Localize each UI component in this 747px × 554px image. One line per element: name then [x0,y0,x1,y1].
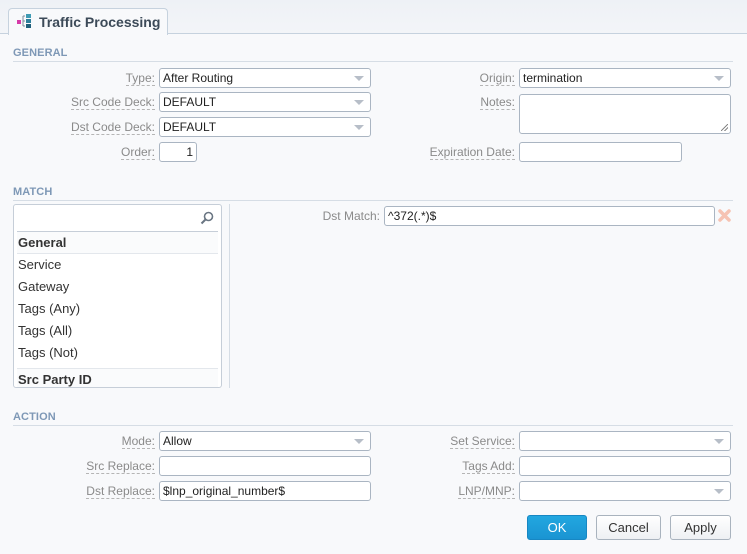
match-fields-list: General Service Gateway Tags (Any) Tags … [13,204,222,388]
tab-traffic-processing[interactable]: Traffic Processing [8,8,168,35]
src-replace-input[interactable] [159,456,371,476]
dst-code-deck-select[interactable]: DEFAULT [159,117,371,137]
search-icon[interactable] [200,211,214,228]
chevron-down-icon [714,439,724,444]
list-item-service[interactable]: Service [14,254,221,276]
list-item-tags-not[interactable]: Tags (Not) [14,342,221,364]
type-select[interactable]: After Routing [159,68,371,88]
list-group-src-party-id: Src Party ID [17,368,218,387]
src-code-deck-select[interactable]: DEFAULT [159,92,371,112]
notes-textarea[interactable] [519,94,731,134]
list-item-tags-any[interactable]: Tags (Any) [14,298,221,320]
dst-match-label: Dst Match: [322,209,380,223]
tags-add-input[interactable] [519,456,731,476]
tags-add-label: Tags Add: [462,459,515,474]
origin-select[interactable]: termination [519,68,731,88]
dst-replace-label: Dst Replace: [86,484,155,499]
list-item-tags-all[interactable]: Tags (All) [14,320,221,342]
divider [13,425,733,426]
section-title-match: MATCH [13,186,53,198]
chevron-down-icon [354,439,364,444]
set-service-label: Set Service: [450,434,515,449]
divider [13,200,733,201]
chevron-down-icon [354,125,364,130]
chevron-down-icon [714,76,724,81]
match-search-input[interactable] [17,205,218,232]
chevron-down-icon [354,76,364,81]
order-input[interactable]: 1 [159,142,197,162]
src-code-deck-label: Src Code Deck: [70,95,155,110]
section-title-action: ACTION [13,411,56,423]
expiration-date-input[interactable] [519,142,682,162]
apply-button[interactable]: Apply [670,515,731,540]
dst-match-input[interactable]: ^372(.*)$ [384,206,715,226]
ok-button[interactable]: OK [527,515,587,540]
order-label: Order: [120,145,155,160]
chevron-down-icon [714,489,724,494]
dst-replace-input[interactable]: $lnp_original_number$ [159,481,371,501]
resize-handle[interactable] [721,124,728,131]
set-service-select[interactable] [519,431,731,451]
src-replace-label: Src Replace: [86,459,155,474]
expiration-date-label: Expiration Date: [429,145,515,160]
mode-label: Mode: [121,434,155,449]
divider [13,61,733,62]
notes-label: Notes: [480,95,515,110]
chevron-down-icon [354,100,364,105]
lnp-mnp-select[interactable] [519,481,731,501]
list-item-gateway[interactable]: Gateway [14,276,221,298]
dst-code-deck-label: Dst Code Deck: [70,120,155,135]
lnp-mnp-label: LNP/MNP: [458,484,515,499]
scrollbar[interactable] [229,204,230,388]
cancel-button[interactable]: Cancel [596,515,661,540]
origin-label: Origin: [479,71,515,86]
list-group-general: General [17,232,218,254]
type-label: Type: [125,71,155,86]
tab-title: Traffic Processing [39,14,161,30]
mode-select[interactable]: Allow [159,431,371,451]
tree-structure-icon [17,13,33,32]
delete-icon[interactable] [718,209,731,225]
section-title-general: GENERAL [13,47,68,59]
